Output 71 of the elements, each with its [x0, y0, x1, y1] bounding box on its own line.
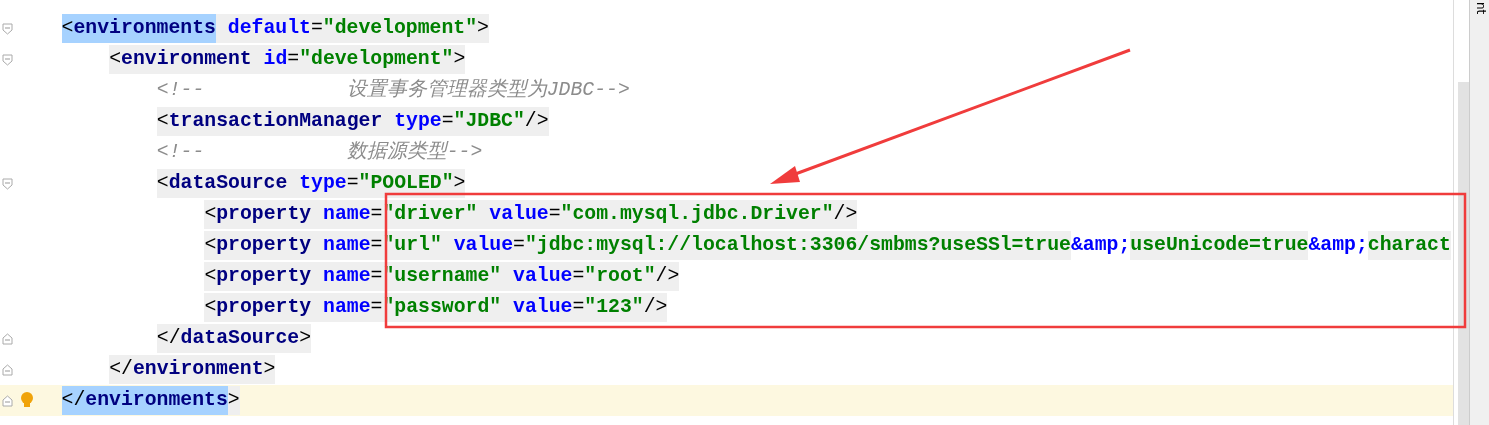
attribute-name: name — [311, 262, 371, 291]
tag-name: environment — [132, 355, 264, 384]
attribute-value: "JDBC" — [453, 107, 525, 136]
attribute-name: type — [382, 107, 442, 136]
code-punctuation: < — [204, 293, 217, 322]
code-comment: <!-- 数据源类型--> — [156, 139, 483, 165]
code-punctuation: /> — [655, 262, 680, 291]
entity-reference: &amp; — [1071, 233, 1131, 258]
lightbulb-icon[interactable] — [20, 391, 34, 409]
code-punctuation: < — [61, 14, 74, 43]
attribute-value: "POOLED" — [358, 169, 454, 198]
attribute-value: "development" — [322, 14, 478, 43]
code-punctuation: = — [287, 45, 300, 74]
code-punctuation: > — [299, 324, 312, 353]
attribute-value: charact — [1367, 231, 1451, 260]
tag-name: property — [216, 200, 312, 229]
code-punctuation: < — [204, 231, 217, 260]
attribute-value: "username" — [382, 262, 502, 291]
fold-icon[interactable] — [1, 363, 13, 376]
attribute-value: "123" — [584, 293, 644, 322]
fold-icon[interactable] — [1, 332, 13, 345]
code-punctuation: = — [513, 231, 525, 260]
tag-name: dataSource — [180, 324, 300, 353]
attribute-value: "development" — [299, 45, 454, 74]
attribute-name: default — [215, 14, 311, 43]
tag-name: environments — [73, 14, 216, 43]
tag-name: transactionManager — [168, 107, 383, 136]
tag-name: environment — [121, 45, 252, 74]
attribute-name: name — [311, 231, 371, 260]
attribute-name: name — [311, 293, 371, 322]
fold-icon[interactable] — [1, 53, 13, 66]
tag-name: property — [216, 231, 312, 260]
attribute-name: id — [251, 45, 288, 74]
scrollbar-thumb[interactable] — [1458, 82, 1469, 425]
attribute-value: "root" — [584, 262, 656, 291]
attribute-name: name — [311, 200, 371, 229]
fold-icon[interactable] — [1, 177, 13, 190]
attribute-value: "com.mysql.jdbc.Driver" — [560, 200, 834, 229]
attribute-value: "driver" — [382, 200, 478, 229]
code-punctuation: > — [453, 45, 466, 74]
fold-icon[interactable] — [1, 22, 13, 35]
code-punctuation: < — [109, 45, 122, 74]
tag-name: environments — [85, 386, 228, 415]
attribute-value: useUnicode=true — [1130, 231, 1309, 260]
code-punctuation: < — [204, 262, 217, 291]
code-punctuation: /> — [833, 200, 858, 229]
entity-reference: &amp; — [1308, 233, 1368, 258]
code-punctuation: /> — [524, 107, 549, 136]
attribute-value: "password" — [382, 293, 502, 322]
side-panel-tab[interactable]: nt — [1474, 1, 1488, 14]
attribute-name: value — [441, 231, 514, 260]
attribute-name: type — [287, 169, 347, 198]
code-punctuation: < — [204, 200, 217, 229]
code-punctuation: > — [477, 14, 489, 43]
code-punctuation: </ — [156, 324, 181, 353]
code-comment: <!-- 设置事务管理器类型为JDBC--> — [156, 77, 630, 103]
attribute-value: "jdbc:mysql://localhost:3306/smbms?useSSl=true — [524, 231, 1071, 260]
attribute-name: value — [477, 200, 549, 229]
code-punctuation: </ — [61, 386, 86, 415]
attribute-name: value — [501, 293, 573, 322]
tag-name: property — [216, 293, 312, 322]
tag-name: dataSource — [168, 169, 288, 198]
tag-name: property — [216, 262, 312, 291]
code-punctuation: </ — [109, 355, 133, 384]
code-punctuation: < — [156, 169, 169, 198]
fold-icon[interactable] — [1, 394, 13, 407]
code-punctuation: = — [572, 293, 585, 322]
attribute-name: value — [501, 262, 573, 291]
code-punctuation: < — [156, 107, 169, 136]
code-punctuation: /> — [643, 293, 668, 322]
code-punctuation: = — [572, 262, 585, 291]
